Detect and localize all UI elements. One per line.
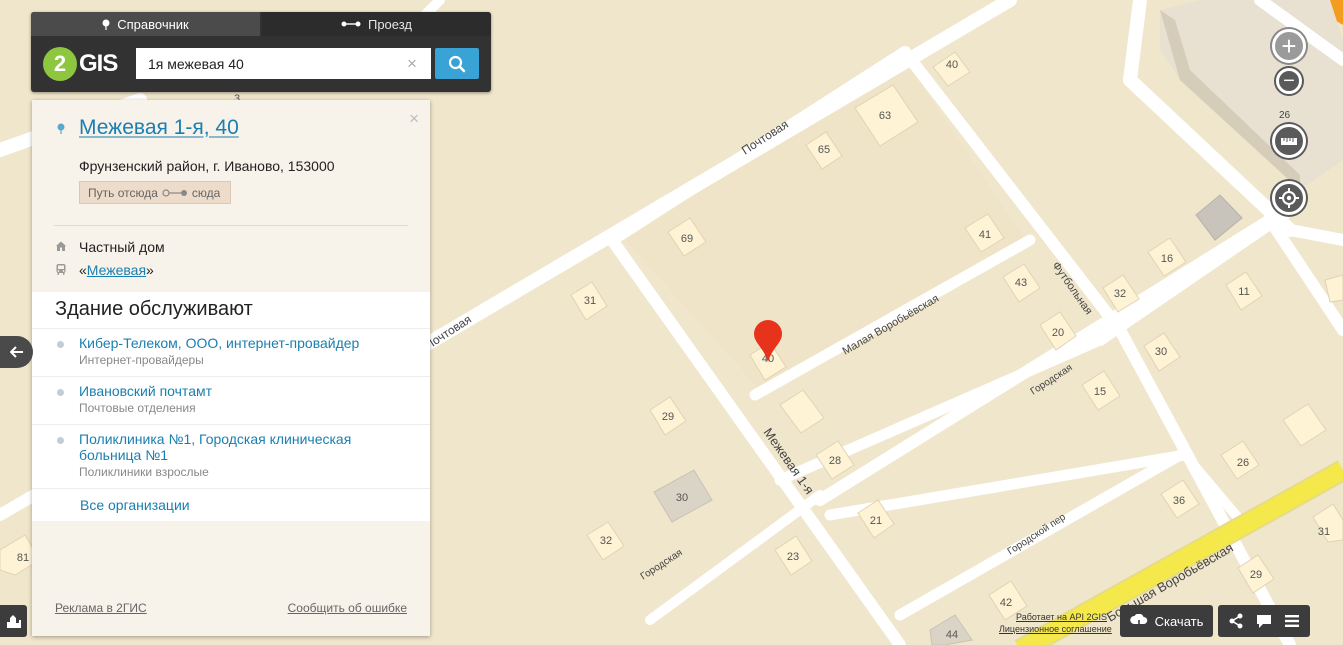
organizations-title: Здание обслуживают: [55, 298, 253, 320]
list-item[interactable]: Поликлиника №1, Городская клиническая бо…: [32, 424, 430, 488]
route-icon: [162, 188, 187, 197]
pin-icon: [102, 19, 110, 30]
report-error-link[interactable]: Сообщить об ошибке: [288, 601, 407, 615]
bus-stop-link[interactable]: Межевая: [87, 262, 146, 278]
house-number: 65: [818, 144, 830, 156]
bus-stop: «Межевая»: [79, 262, 154, 278]
house-number: 32: [600, 535, 612, 547]
ruler-button[interactable]: [1272, 124, 1306, 158]
bus-icon: [56, 264, 66, 275]
geolocation-button[interactable]: [1272, 181, 1306, 215]
minus-icon: −: [1283, 69, 1295, 92]
search-button[interactable]: [435, 48, 479, 79]
route-from-to-button[interactable]: Путь отсюда сюда: [79, 181, 231, 204]
house-number: 44: [946, 629, 958, 641]
place-address: Фрунзенский район, г. Иваново, 153000: [79, 158, 335, 174]
house-number: 42: [1000, 597, 1012, 609]
house-number: 63: [879, 110, 891, 122]
house-number: 81: [17, 552, 29, 564]
list-bullet-icon: [57, 437, 64, 444]
tab-route-label: Проезд: [367, 16, 412, 32]
all-organizations-link[interactable]: Все организации: [80, 497, 190, 513]
search-input[interactable]: [136, 48, 431, 79]
arrow-left-icon: [9, 346, 23, 358]
share-icon[interactable]: [1228, 613, 1244, 629]
house-number: 31: [1318, 526, 1330, 538]
tab-route[interactable]: Проезд: [262, 12, 491, 36]
all-organizations-row: Все организации: [32, 488, 430, 521]
org-category: Почтовые отделения: [79, 401, 196, 415]
house-number: 32: [1114, 288, 1126, 300]
tab-directory[interactable]: Справочник: [31, 12, 260, 36]
comment-icon[interactable]: [1256, 613, 1272, 629]
api-powered-link[interactable]: Работает на API 2GIS: [1016, 612, 1107, 622]
house-number: 20: [1052, 327, 1064, 339]
house-number: 16: [1161, 253, 1173, 265]
ads-link[interactable]: Реклама в 2ГИС: [55, 601, 147, 615]
house-number: 23: [787, 551, 799, 563]
building-type: Частный дом: [79, 239, 165, 255]
route-to-label[interactable]: сюда: [192, 186, 220, 200]
org-category: Интернет-провайдеры: [79, 353, 204, 367]
buildings-icon: [6, 615, 21, 628]
pin-icon: [57, 123, 65, 134]
action-buttons: [1218, 605, 1310, 637]
org-category: Поликлиники взрослые: [79, 465, 209, 479]
house-number: 69: [681, 233, 693, 245]
collapse-panel-button[interactable]: [0, 336, 33, 368]
divider: [54, 225, 408, 226]
house-number: 43: [1015, 277, 1027, 289]
house-number: 11: [1238, 286, 1249, 298]
house-number: 36: [1173, 495, 1185, 507]
bus-stop-prefix: «: [79, 262, 87, 278]
menu-icon[interactable]: [1284, 614, 1300, 628]
target-icon: [1279, 188, 1299, 208]
close-card-icon[interactable]: ×: [409, 109, 419, 129]
zoom-level: 26: [1279, 110, 1291, 121]
list-bullet-icon: [57, 341, 64, 348]
list-item[interactable]: Ивановский почтамт Почтовые отделения: [32, 376, 430, 424]
buildings-3d-button[interactable]: [0, 605, 27, 637]
house-number: 30: [1155, 346, 1167, 358]
license-link[interactable]: Лицензионное соглашение: [999, 624, 1112, 634]
ruler-icon: [1281, 138, 1297, 145]
tab-directory-label: Справочник: [117, 16, 189, 32]
download-button[interactable]: Скачать: [1120, 605, 1213, 637]
house-number: 26: [1237, 457, 1249, 469]
house-number: 28: [829, 455, 841, 467]
list-item[interactable]: Кибер-Телеком, ООО, интернет-провайдер И…: [32, 328, 430, 376]
route-from-label[interactable]: Путь отсюда: [88, 186, 158, 200]
house-number: 41: [979, 229, 991, 241]
download-label: Скачать: [1154, 613, 1204, 629]
zoom-out-button[interactable]: −: [1276, 68, 1302, 94]
cloud-download-icon: [1129, 614, 1147, 628]
logo-mark: 2: [43, 47, 77, 81]
house-number: 40: [946, 59, 958, 71]
house-number: 21: [870, 515, 882, 527]
org-name[interactable]: Кибер-Телеком, ООО, интернет-провайдер: [79, 335, 389, 351]
org-name[interactable]: Ивановский почтамт: [79, 383, 389, 399]
zoom-in-button[interactable]: +: [1272, 29, 1306, 63]
house-number: 29: [1250, 569, 1262, 581]
house-icon: [56, 241, 66, 251]
org-name[interactable]: Поликлиника №1, Городская клиническая бо…: [79, 431, 389, 463]
list-bullet-icon: [57, 389, 64, 396]
logo-text: GIS: [79, 50, 118, 77]
bus-stop-suffix: »: [146, 262, 154, 278]
house-number: 15: [1094, 386, 1106, 398]
logo[interactable]: 2 GIS: [43, 46, 125, 82]
plus-icon: +: [1281, 30, 1297, 61]
search-panel: Справочник Проезд 2 GIS ×: [31, 12, 491, 92]
place-title[interactable]: Межевая 1-я, 40: [79, 116, 239, 140]
organizations-section: Здание обслуживают Кибер-Телеком, ООО, и…: [32, 292, 430, 521]
place-card: × Межевая 1-я, 40 Фрунзенский район, г. …: [32, 100, 430, 636]
search-icon: [448, 55, 466, 72]
house-number: 31: [584, 295, 596, 307]
clear-search-icon[interactable]: ×: [407, 54, 417, 74]
house-number: 30: [676, 492, 688, 504]
house-number: 29: [662, 411, 674, 423]
route-icon: [341, 21, 361, 27]
